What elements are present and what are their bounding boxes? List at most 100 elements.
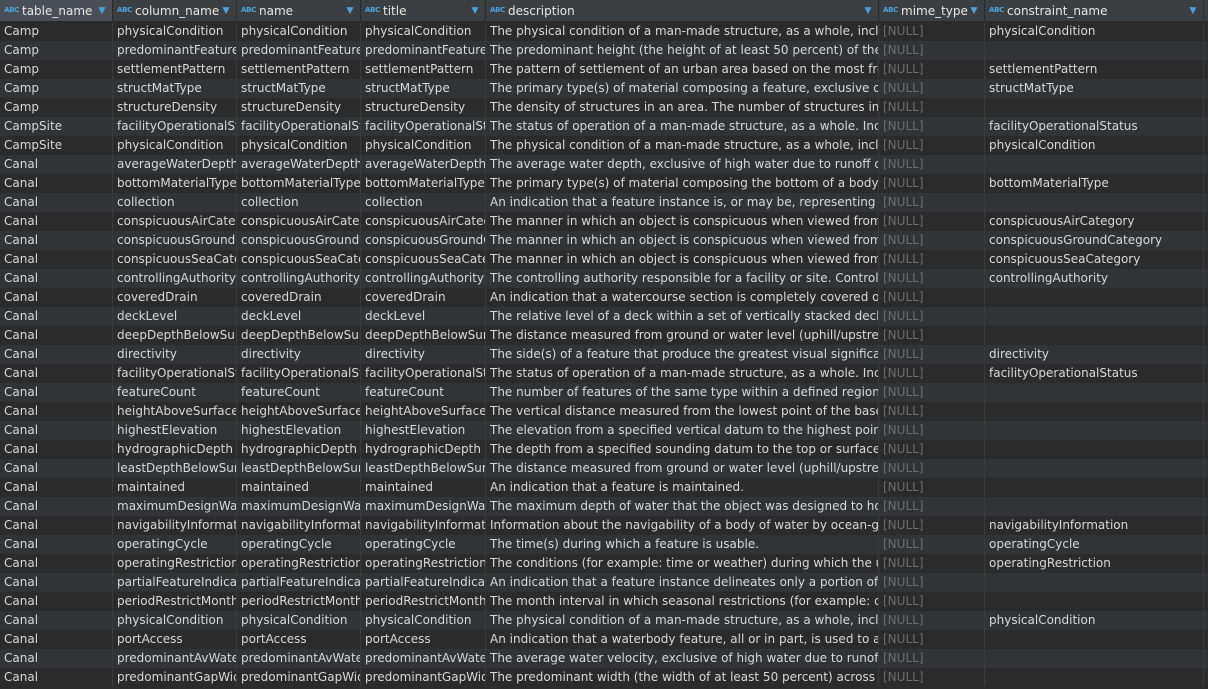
table-row[interactable]: Camp structMatType structMatType structMatT… [0, 79, 1208, 98]
cell-description[interactable]: The relative level of a deck within a se… [486, 307, 879, 326]
cell-mime-type[interactable]: [NULL] [879, 174, 985, 193]
cell-constraint-name[interactable] [985, 41, 1204, 60]
cell-mime-type[interactable]: [NULL] [879, 383, 985, 402]
cell-mime-type[interactable]: [NULL] [879, 421, 985, 440]
cell-title[interactable]: featureCount [361, 383, 486, 402]
table-row[interactable]: CanalpredominantGapWidthpredominantGapWi… [0, 668, 1208, 687]
cell-title[interactable]: structureDensity [361, 98, 486, 117]
table-row[interactable]: CampSite physicalCondition physicalConditi… [0, 136, 1208, 155]
cell-table-name[interactable]: Canal [0, 326, 113, 345]
cell-table-name[interactable]: Canal [0, 174, 113, 193]
cell-constraint-name[interactable] [985, 649, 1204, 668]
chevron-down-icon[interactable]: ▼ [1188, 6, 1198, 16]
cell-mime-type[interactable]: [NULL] [879, 497, 985, 516]
cell-mime-type[interactable]: [NULL] [879, 326, 985, 345]
table-row[interactable]: Canal bottomMaterialType bottomMaterialTyp… [0, 174, 1208, 193]
cell-description[interactable]: The average water velocity, exclusive of… [486, 649, 879, 668]
cell-column-name[interactable]: maintained [113, 478, 237, 497]
cell-constraint-name[interactable] [985, 421, 1204, 440]
cell-title[interactable]: facilityOperationalStat [361, 117, 486, 136]
cell-name[interactable]: maximumDesignWate [237, 497, 361, 516]
cell-name[interactable]: deepDepthBelowSurfL [237, 326, 361, 345]
cell-column-name[interactable]: portAccess [113, 630, 237, 649]
cell-mime-type[interactable]: [NULL] [879, 345, 985, 364]
cell-name[interactable]: collection [237, 193, 361, 212]
cell-constraint-name[interactable]: facilityOperationalStatus [985, 117, 1204, 136]
cell-title[interactable]: maximumDesignWate [361, 497, 486, 516]
cell-mime-type[interactable]: [NULL] [879, 402, 985, 421]
cell-constraint-name[interactable]: conspicuousSeaCategory [985, 250, 1204, 269]
column-header-constraint-name[interactable]: ABC constraint_name ▼ [985, 0, 1204, 21]
cell-column-name[interactable]: heightAboveSurfaceLe [113, 402, 237, 421]
cell-description[interactable]: An indication that a feature instance de… [486, 573, 879, 592]
table-row[interactable]: Camp settlementPattern settlementPattern se… [0, 60, 1208, 79]
cell-table-name[interactable]: CampSite [0, 136, 113, 155]
cell-constraint-name[interactable]: conspicuousGroundCategory [985, 231, 1204, 250]
cell-column-name[interactable]: collection [113, 193, 237, 212]
cell-mime-type[interactable]: [NULL] [879, 193, 985, 212]
cell-column-name[interactable]: coveredDrain [113, 288, 237, 307]
cell-column-name[interactable]: physicalCondition [113, 611, 237, 630]
cell-name[interactable]: settlementPattern [237, 60, 361, 79]
cell-name[interactable]: controllingAuthority [237, 269, 361, 288]
cell-column-name[interactable]: maximumDesignWate [113, 497, 237, 516]
cell-description[interactable]: The manner in which an object is conspic… [486, 250, 879, 269]
table-row[interactable]: Canal controllingAuthority controllingAuth… [0, 269, 1208, 288]
column-header-description[interactable]: ABC description ▼ [486, 0, 879, 21]
cell-title[interactable]: operatingRestriction [361, 554, 486, 573]
cell-mime-type[interactable]: [NULL] [879, 155, 985, 174]
cell-constraint-name[interactable]: conspicuousAirCategory [985, 212, 1204, 231]
cell-description[interactable]: The predominant width (the width of at l… [486, 668, 879, 687]
cell-description[interactable]: An indication that a waterbody feature, … [486, 630, 879, 649]
cell-table-name[interactable]: CampSite [0, 117, 113, 136]
cell-table-name[interactable]: Canal [0, 155, 113, 174]
cell-column-name[interactable]: conspicuousSeaCateg [113, 250, 237, 269]
cell-table-name[interactable]: Camp [0, 41, 113, 60]
table-row[interactable]: Canal featureCount featureCount featureCoun… [0, 383, 1208, 402]
cell-table-name[interactable]: Canal [0, 497, 113, 516]
chevron-down-icon[interactable]: ▼ [97, 6, 107, 16]
cell-mime-type[interactable]: [NULL] [879, 649, 985, 668]
cell-name[interactable]: averageWaterDepth [237, 155, 361, 174]
cell-name[interactable]: heightAboveSurfaceLe [237, 402, 361, 421]
cell-title[interactable]: directivity [361, 345, 486, 364]
cell-constraint-name[interactable] [985, 668, 1204, 687]
cell-title[interactable]: structMatType [361, 79, 486, 98]
cell-title[interactable]: physicalCondition [361, 22, 486, 41]
table-row[interactable]: Canal physicalCondition physicalCondition p… [0, 611, 1208, 630]
table-row[interactable]: Canal coveredDrain coveredDrain coveredDrai… [0, 288, 1208, 307]
table-row[interactable]: Canal highestElevation highestElevation hig… [0, 421, 1208, 440]
cell-constraint-name[interactable]: navigabilityInformation [985, 516, 1204, 535]
cell-table-name[interactable]: Canal [0, 402, 113, 421]
cell-description[interactable]: The manner in which an object is conspic… [486, 231, 879, 250]
cell-constraint-name[interactable]: operatingRestriction [985, 554, 1204, 573]
cell-column-name[interactable]: featureCount [113, 383, 237, 402]
cell-constraint-name[interactable] [985, 193, 1204, 212]
cell-column-name[interactable]: predominantGapWidth [113, 668, 237, 687]
cell-mime-type[interactable]: [NULL] [879, 79, 985, 98]
cell-name[interactable]: facilityOperationalStat [237, 364, 361, 383]
table-row[interactable]: Canal deckLevel deckLevel deckLevel The rela… [0, 307, 1208, 326]
cell-constraint-name[interactable]: structMatType [985, 79, 1204, 98]
cell-mime-type[interactable]: [NULL] [879, 22, 985, 41]
cell-table-name[interactable]: Canal [0, 459, 113, 478]
cell-table-name[interactable]: Camp [0, 22, 113, 41]
cell-title[interactable]: bottomMaterialType [361, 174, 486, 193]
cell-table-name[interactable]: Canal [0, 649, 113, 668]
cell-constraint-name[interactable] [985, 402, 1204, 421]
cell-title[interactable]: highestElevation [361, 421, 486, 440]
column-header-table-name[interactable]: ABC table_name ▼ [0, 0, 113, 21]
cell-column-name[interactable]: navigabilityInformatio [113, 516, 237, 535]
cell-constraint-name[interactable] [985, 288, 1204, 307]
cell-description[interactable]: An indication that a feature instance is… [486, 193, 879, 212]
cell-description[interactable]: The distance measured from ground or wat… [486, 459, 879, 478]
cell-constraint-name[interactable]: directivity [985, 345, 1204, 364]
cell-constraint-name[interactable] [985, 307, 1204, 326]
table-row[interactable]: CanalleastDepthBelowSurfLeleastDepthBelo… [0, 459, 1208, 478]
cell-name[interactable]: maintained [237, 478, 361, 497]
table-row[interactable]: CanalheightAboveSurfaceLeheightAboveSurf… [0, 402, 1208, 421]
cell-table-name[interactable]: Canal [0, 193, 113, 212]
cell-description[interactable]: The primary type(s) of material composin… [486, 174, 879, 193]
cell-constraint-name[interactable]: facilityOperationalStatus [985, 364, 1204, 383]
cell-table-name[interactable]: Canal [0, 288, 113, 307]
